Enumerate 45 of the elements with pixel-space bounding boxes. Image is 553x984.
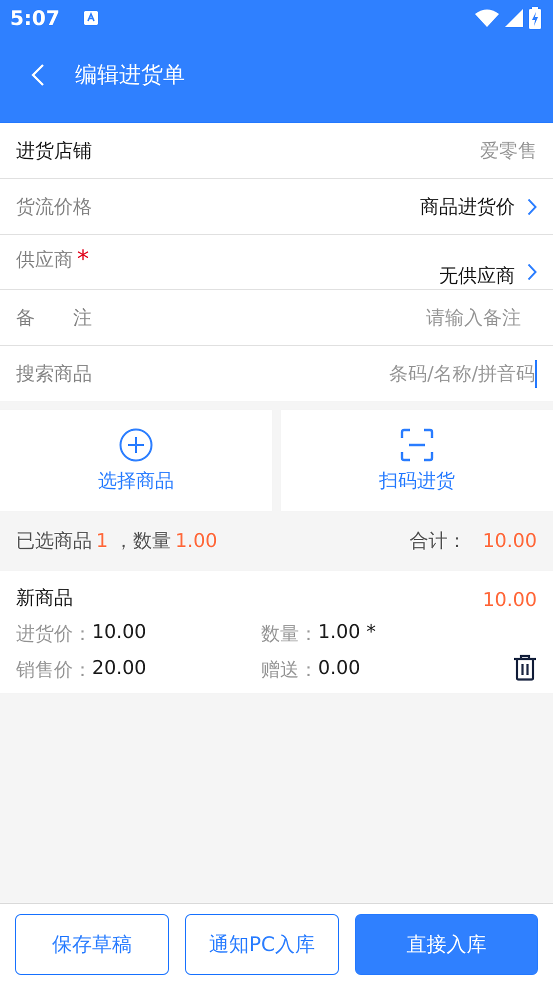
field-value: 1.00 * — [318, 621, 376, 645]
keyboard-notification-icon — [84, 10, 98, 26]
field-label: 进货店铺 — [16, 138, 92, 164]
remark-input[interactable]: 请输入备注 — [261, 306, 521, 328]
signal-icon — [505, 9, 523, 27]
trash-icon[interactable] — [513, 653, 537, 681]
footer-button[interactable]: 保存草稿 — [15, 914, 169, 974]
chevron-right-icon — [527, 198, 537, 216]
select-field[interactable]: 无供应商 — [439, 263, 515, 289]
wifi-icon — [475, 9, 499, 27]
selected-label: 已选商品 — [16, 529, 92, 554]
scan-icon — [400, 428, 434, 462]
store-value: 爱零售 — [480, 138, 537, 164]
total-value: 10.00 — [482, 530, 537, 552]
chevron-right-icon — [527, 263, 537, 281]
field-value: 0.00 — [318, 657, 360, 681]
product-name: 新商品 — [16, 586, 73, 611]
search-input[interactable]: 条码/名称/拼音码 — [335, 362, 535, 384]
field-value: 10.00 — [92, 621, 146, 645]
field-label: 数量： — [261, 622, 318, 647]
field-label: 搜索商品 — [16, 362, 92, 386]
footer-button[interactable]: 通知PC入库 — [185, 914, 339, 974]
text-cursor — [535, 360, 537, 388]
field-label: 赠送： — [261, 658, 318, 683]
back-icon[interactable] — [31, 62, 45, 86]
selected-count: 1 — [96, 530, 108, 552]
field-label: 供应商 — [16, 248, 73, 273]
total-label: 合计： — [410, 529, 467, 554]
action-button[interactable]: 选择商品 — [0, 410, 272, 511]
page-title: 编辑进货单 — [75, 62, 185, 90]
battery-icon — [529, 7, 541, 29]
quantity-label: ，数量 — [114, 529, 172, 554]
field-label: 销售价： — [16, 658, 92, 683]
quantity-value: 1.00 — [175, 530, 218, 552]
select-field[interactable]: 商品进货价 — [420, 194, 515, 220]
field-label: 备 注 — [16, 306, 92, 330]
action-button[interactable]: 扫码进货 — [281, 410, 553, 511]
status-time: 5:07 — [10, 6, 60, 30]
product-amount: 10.00 — [482, 589, 537, 611]
required-mark: * — [77, 247, 89, 271]
field-value: 20.00 — [92, 657, 146, 681]
footer-button[interactable]: 直接入库 — [355, 914, 538, 974]
field-label: 货流价格 — [16, 194, 92, 220]
add-circle-icon — [119, 428, 153, 462]
field-label: 进货价： — [16, 622, 92, 647]
